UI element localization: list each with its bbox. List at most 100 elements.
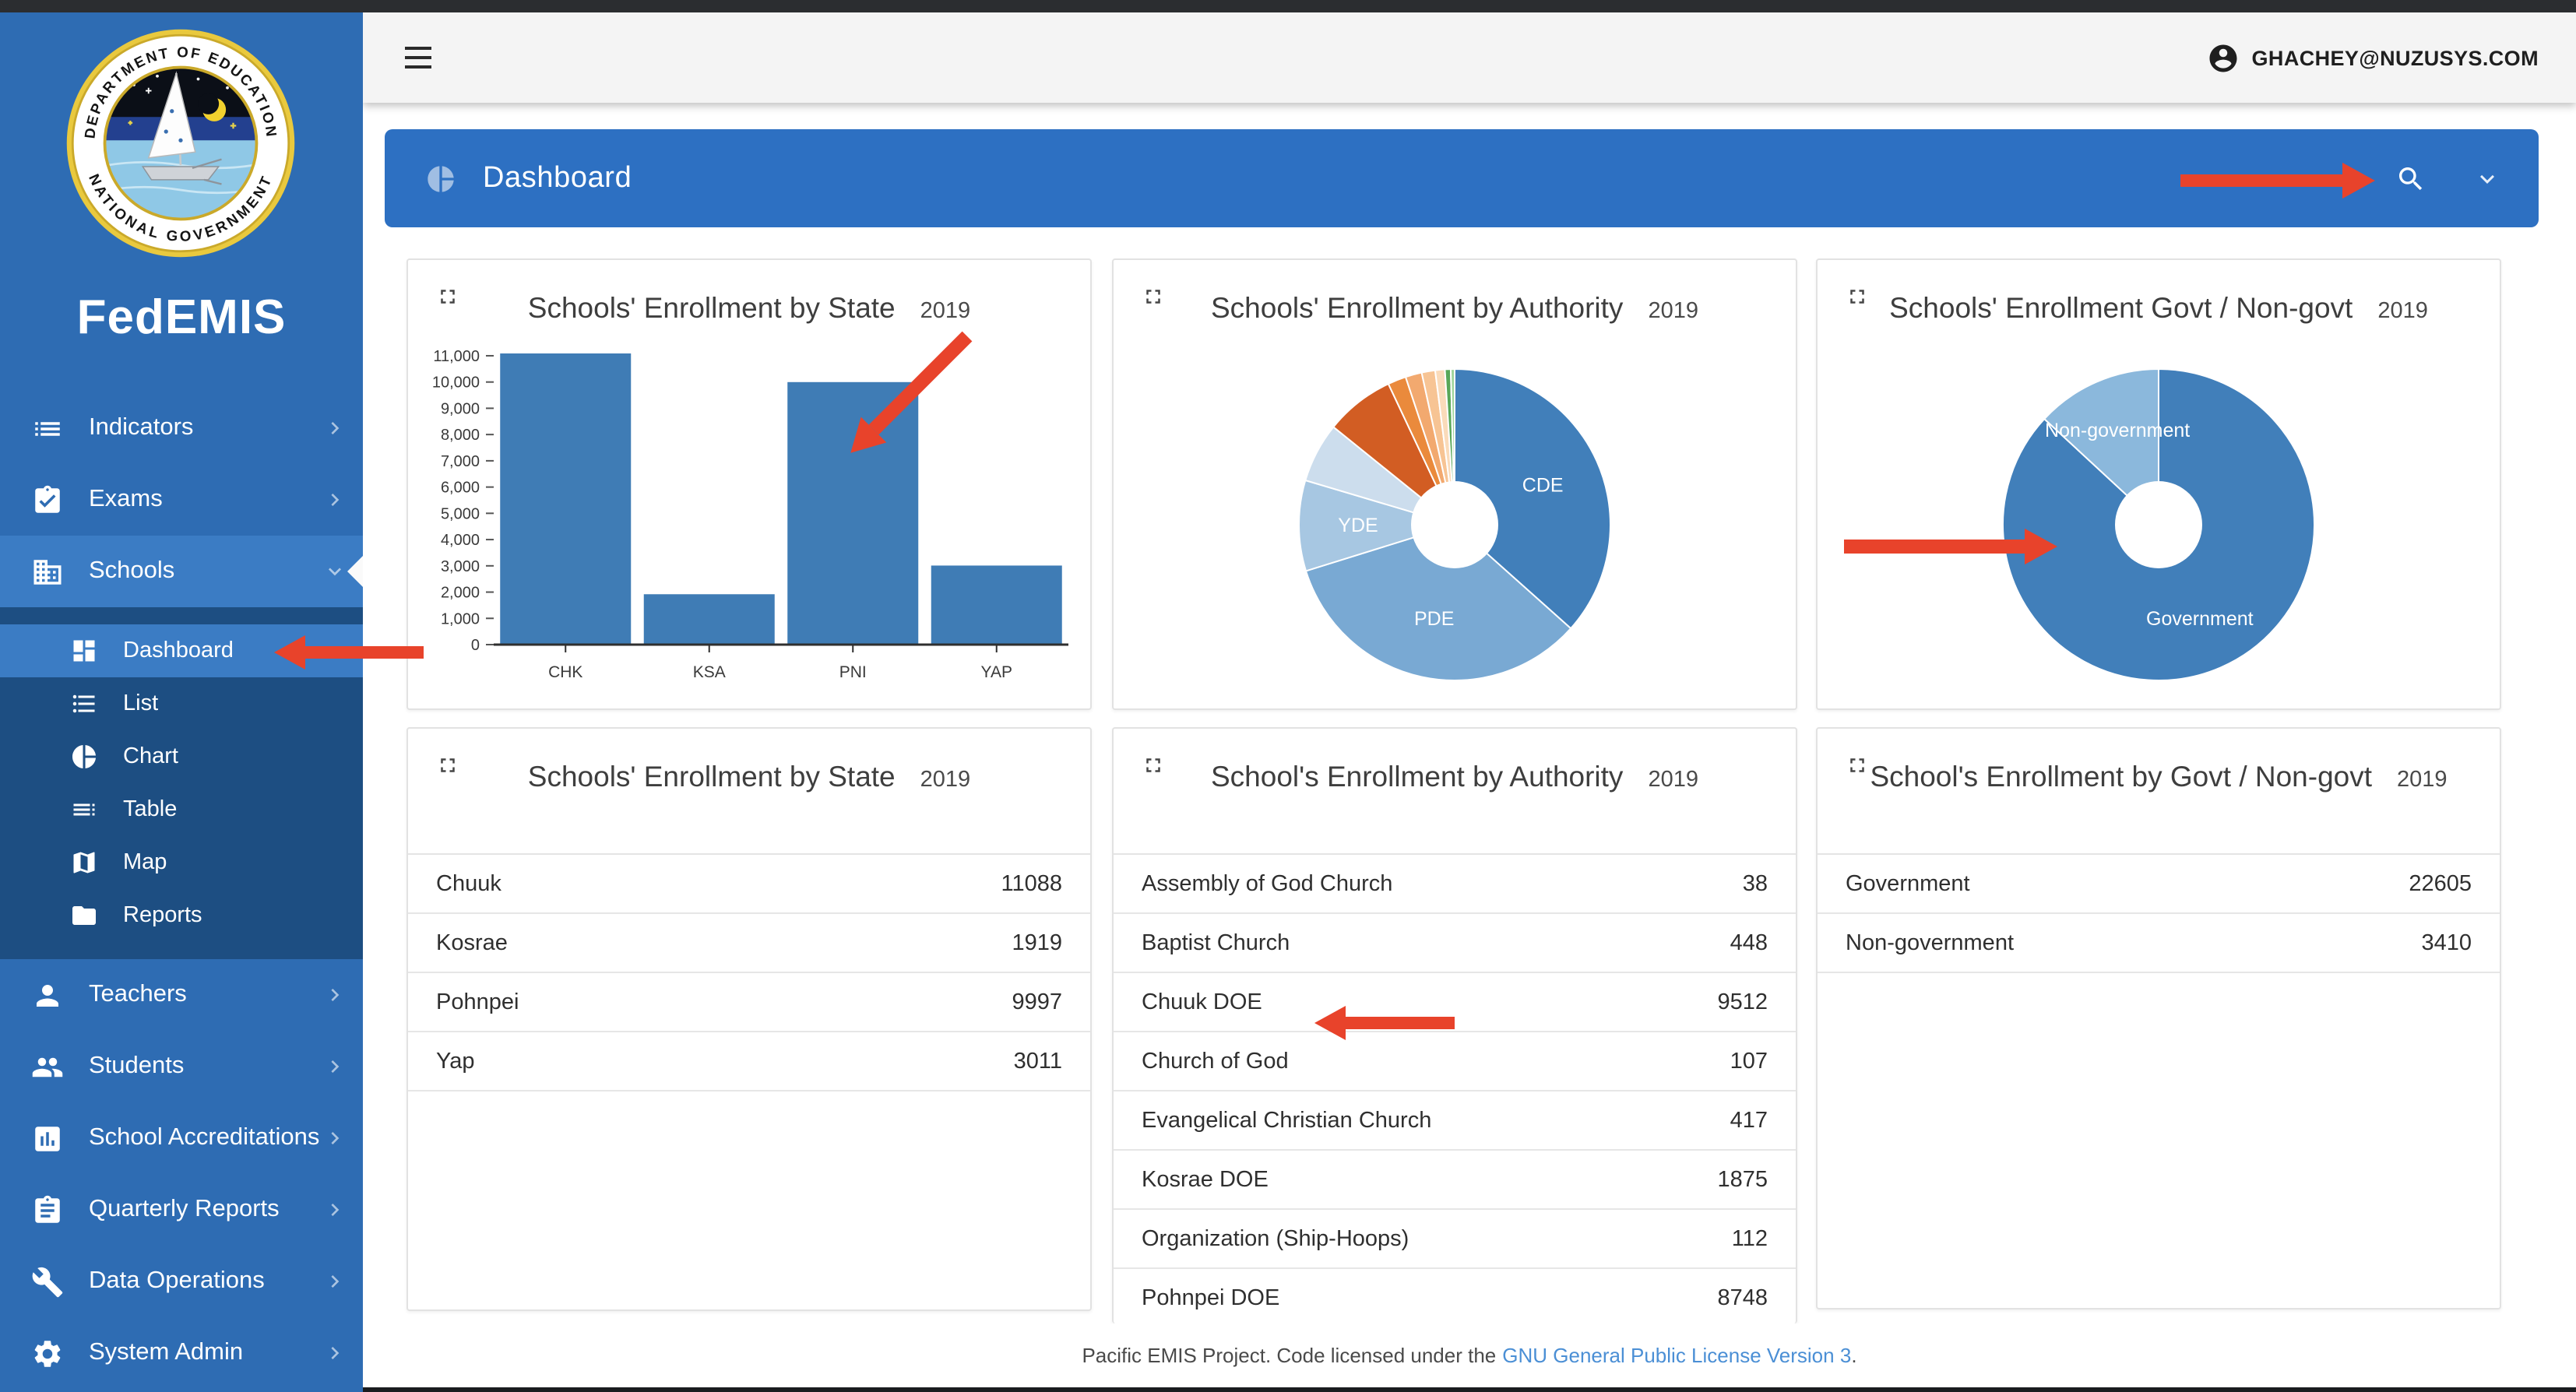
fullscreen-icon[interactable] [1846, 285, 1869, 308]
sidebar-item-school-accreditations[interactable]: School Accreditations [0, 1102, 363, 1174]
row-value: 3011 [1014, 1049, 1062, 1074]
row-value: 112 [1732, 1226, 1768, 1251]
table-title: School's Enrollment by Govt / Non-govt [1870, 760, 2372, 793]
table-year: 2019 [920, 768, 971, 793]
bar-PNI[interactable] [787, 382, 918, 645]
row-value: 9512 [1717, 990, 1768, 1014]
row-value: 3410 [2421, 930, 2472, 955]
svg-text:3,000: 3,000 [441, 558, 480, 575]
submenu-item-label: Dashboard [123, 638, 234, 663]
row-value: 448 [1730, 930, 1768, 955]
sidebar-item-exams[interactable]: Exams [0, 464, 363, 536]
fullscreen-icon[interactable] [436, 285, 459, 308]
table-row: Pohnpei9997 [408, 973, 1090, 1032]
svg-text:8,000: 8,000 [441, 427, 480, 444]
submenu-item-reports[interactable]: Reports [0, 889, 363, 942]
table-row: Baptist Church448 [1114, 914, 1796, 973]
submenu-item-dashboard[interactable]: Dashboard [0, 624, 363, 677]
row-value: 9997 [1012, 990, 1062, 1014]
chart-year: 2019 [2377, 299, 2428, 324]
fullscreen-icon[interactable] [1846, 754, 1869, 777]
card-schools-enrollment-by-authority-table: School's Enrollment by Authority2019 Ass… [1112, 727, 1797, 1323]
fullscreen-icon[interactable] [436, 754, 459, 777]
bar-YAP[interactable] [931, 565, 1062, 645]
sidebar-item-system-admin[interactable]: System Admin [0, 1317, 363, 1389]
chevron-right-icon [322, 1269, 347, 1294]
chevron-right-icon [322, 1341, 347, 1366]
sidebar-item-students[interactable]: Students [0, 1031, 363, 1102]
table-row: Kosrae DOE1875 [1114, 1151, 1796, 1210]
license-link[interactable]: GNU General Public License Version 3 [1502, 1344, 1851, 1367]
submenu-item-chart[interactable]: Chart [0, 730, 363, 783]
dashboard-header-bar: Dashboard [385, 129, 2539, 227]
sidebar-item-quarterly-reports[interactable]: Quarterly Reports [0, 1174, 363, 1246]
submenu-item-map[interactable]: Map [0, 836, 363, 889]
submenu-item-label: Reports [123, 903, 202, 928]
svg-text:5,000: 5,000 [441, 505, 480, 522]
sidebar-item-label: System Admin [89, 1339, 322, 1367]
submenu-item-label: Chart [123, 744, 178, 769]
bar-KSA[interactable] [644, 594, 775, 645]
slice-label-non-government: Non-government [2045, 420, 2190, 441]
row-label: Kosrae [436, 930, 1012, 955]
svg-text:11,000: 11,000 [433, 348, 480, 365]
bar-CHK[interactable] [500, 353, 631, 645]
map-icon [70, 849, 98, 877]
search-icon[interactable] [2395, 163, 2426, 194]
submenu-item-table[interactable]: Table [0, 783, 363, 836]
menu-toggle-button[interactable] [405, 47, 431, 69]
fullscreen-icon[interactable] [1142, 285, 1165, 308]
row-value: 1919 [1012, 930, 1062, 955]
table-row: Assembly of God Church38 [1114, 855, 1796, 914]
sidebar-item-data-operations[interactable]: Data Operations [0, 1246, 363, 1317]
window-bottom-edge [363, 1387, 2576, 1392]
svg-text:PNI: PNI [839, 663, 867, 681]
sidebar-item-label: Indicators [89, 414, 322, 442]
chevron-right-icon [322, 1197, 347, 1222]
slice-label-yde: YDE [1338, 515, 1378, 536]
domain-icon [31, 555, 64, 588]
table-title: Schools' Enrollment by State [528, 760, 896, 793]
account-icon [2207, 41, 2240, 74]
sidebar-item-indicators[interactable]: Indicators [0, 392, 363, 464]
svg-text:4,000: 4,000 [441, 532, 480, 549]
user-email: GHACHEY@NUZUSYS.COM [2252, 46, 2539, 69]
dashboard-icon [70, 637, 98, 665]
window-top-strip [0, 0, 2576, 12]
chart-year: 2019 [1648, 299, 1698, 324]
sidebar-item-label: Exams [89, 486, 322, 514]
active-section-notch [347, 556, 363, 587]
schools-submenu: Dashboard List Chart TableMap Reports [0, 607, 363, 959]
table-row: Government22605 [1818, 855, 2500, 914]
svg-text:KSA: KSA [693, 663, 726, 681]
fullscreen-icon[interactable] [1142, 754, 1165, 777]
chevron-right-icon [322, 1126, 347, 1151]
chevron-right-icon [322, 416, 347, 441]
department-of-education-seal: DEPARTMENT OF EDUCATION NATIONAL GOVERNM… [64, 26, 297, 260]
footer-text: Pacific EMIS Project. Code licensed unde… [1082, 1344, 1496, 1367]
card-schools-enrollment-by-authority-chart: CDEPDEYDE Schools' Enrollment by Authori… [1112, 258, 1797, 710]
submenu-item-list[interactable]: List [0, 677, 363, 730]
chart-title: Schools' Enrollment Govt / Non-govt [1889, 291, 2353, 324]
row-label: Government [1846, 871, 2409, 896]
row-value: 38 [1743, 871, 1768, 896]
app-title: FedEMIS [0, 290, 363, 346]
format-list-bulleted-icon [70, 690, 98, 718]
row-label: Chuuk DOE [1142, 990, 1717, 1014]
card-schools-enrollment-by-state-chart: Schools' Enrollment by State2019 01,0002… [406, 258, 1092, 710]
row-value: 1875 [1717, 1167, 1768, 1192]
sidebar-item-teachers[interactable]: Teachers [0, 959, 363, 1031]
table-title: School's Enrollment by Authority [1211, 760, 1623, 793]
settings-icon [31, 1337, 64, 1369]
user-menu[interactable]: GHACHEY@NUZUSYS.COM [2207, 41, 2539, 74]
svg-text:1,000: 1,000 [441, 610, 480, 627]
row-label: Yap [436, 1049, 1014, 1074]
svg-text:9,000: 9,000 [441, 400, 480, 417]
table-row: Church of God107 [1114, 1032, 1796, 1091]
svg-text:YAP: YAP [981, 663, 1012, 681]
collapse-chevron-icon[interactable] [2473, 164, 2501, 192]
bar-chart[interactable]: 01,0002,0003,0004,0005,0006,0007,0008,00… [408, 343, 1090, 708]
sidebar-item-label: Quarterly Reports [89, 1196, 322, 1224]
row-label: Organization (Ship-Hoops) [1142, 1226, 1732, 1251]
sidebar-item-schools[interactable]: Schools [0, 536, 363, 607]
